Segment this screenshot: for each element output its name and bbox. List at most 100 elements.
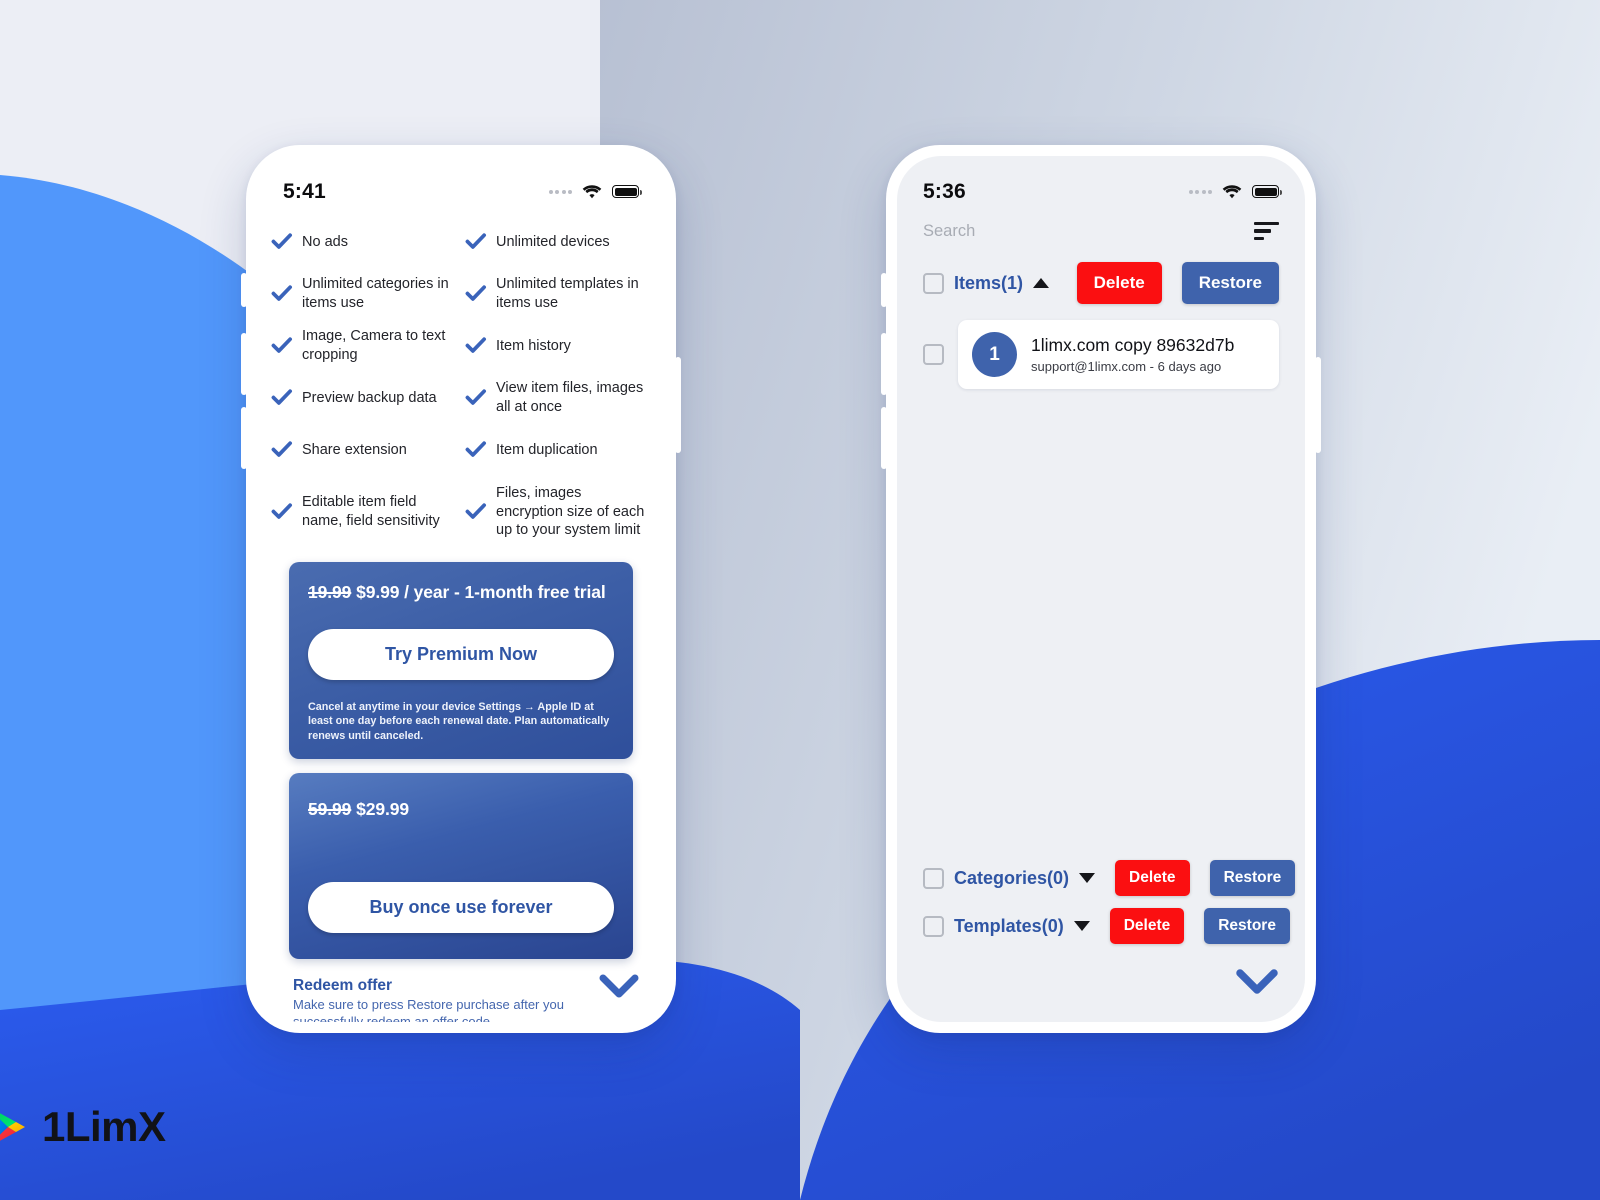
subscription-new-price: $9.99 / year - 1-month free trial — [356, 582, 606, 602]
feature-column-right: Unlimited devices Unlimited templates in… — [465, 216, 651, 548]
lifetime-new-price: $29.99 — [356, 798, 409, 819]
feature-label: Unlimited templates in items use — [496, 276, 639, 311]
item-card-body[interactable]: 1 1limx.com copy 89632d7b support@1limx.… — [958, 320, 1279, 389]
battery-icon — [1252, 185, 1283, 198]
volume-up-button[interactable] — [241, 333, 247, 395]
items-delete-button[interactable]: Delete — [1076, 262, 1162, 304]
sort-icon[interactable] — [1254, 221, 1279, 241]
item-checkbox[interactable] — [923, 344, 944, 365]
lifetime-card: 59.99 $29.99 Buy once use forever — [289, 772, 633, 959]
feature-label: Image, Camera to text cropping — [302, 328, 446, 363]
silent-switch[interactable] — [881, 273, 887, 307]
item-subtitle: support@1limx.com - 6 days ago — [1031, 359, 1222, 374]
redeem-subtitle: Make sure to press Restore purchase afte… — [293, 996, 564, 1022]
chevron-down-icon[interactable] — [1235, 966, 1279, 996]
subscription-old-price: 19.99 — [308, 582, 352, 602]
lifetime-old-price: 59.99 — [308, 798, 352, 819]
feature-item: Unlimited categories in items use — [271, 268, 457, 320]
chevron-down-icon[interactable] — [599, 972, 639, 1000]
feature-label: Preview backup data — [302, 389, 437, 406]
items-group-label: Items(1) — [954, 272, 1024, 293]
wifi-icon — [582, 184, 602, 198]
volume-down-button[interactable] — [881, 407, 887, 469]
power-button[interactable] — [675, 357, 681, 453]
feature-list: No ads Unlimited categories in items use… — [257, 206, 665, 548]
feature-label: Item duplication — [496, 441, 598, 458]
items-restore-button[interactable]: Restore — [1181, 262, 1279, 304]
check-icon — [271, 233, 292, 249]
check-icon — [271, 285, 292, 301]
try-premium-button[interactable]: Try Premium Now — [308, 629, 614, 680]
check-icon — [465, 503, 486, 519]
list-item[interactable]: 1 1limx.com copy 89632d7b support@1limx.… — [923, 320, 1279, 389]
bottom-groups: Categories(0) Delete Restore Templates(0… — [897, 860, 1305, 950]
redeem-title[interactable]: Redeem offer — [293, 977, 633, 995]
caret-down-icon[interactable] — [1079, 873, 1096, 883]
signal-dots-icon — [548, 189, 572, 194]
phone-left: 5:41 No ads Unlimited categories in item… — [241, 145, 681, 1033]
feature-item: View item files, images all at once — [465, 372, 651, 424]
feature-label: Editable item field name, field sensitiv… — [302, 494, 440, 529]
check-icon — [465, 285, 486, 301]
feature-label: View item files, images all at once — [496, 380, 644, 415]
caret-down-icon[interactable] — [1073, 921, 1090, 931]
feature-item: Unlimited templates in items use — [465, 268, 651, 320]
brand-name: 1LimX — [42, 1103, 166, 1150]
templates-restore-button[interactable]: Restore — [1204, 908, 1290, 944]
signal-dots-icon — [1188, 189, 1212, 194]
avatar: 1 — [972, 332, 1017, 377]
feature-item: Item duplication — [465, 424, 651, 476]
templates-group-label: Templates(0) — [954, 915, 1064, 936]
group-row-templates: Templates(0) Delete Restore — [897, 908, 1305, 944]
search-input[interactable]: Search — [923, 222, 975, 241]
feature-column-left: No ads Unlimited categories in items use… — [271, 216, 457, 548]
buy-once-button[interactable]: Buy once use forever — [308, 881, 614, 933]
silent-switch[interactable] — [241, 273, 247, 307]
volume-down-button[interactable] — [241, 407, 247, 469]
feature-item: Preview backup data — [271, 372, 457, 424]
templates-select-all-checkbox[interactable] — [923, 915, 944, 937]
power-button[interactable] — [1315, 357, 1321, 453]
feature-item: Unlimited devices — [465, 216, 651, 268]
feature-item: No ads — [271, 216, 457, 268]
left-phone-screen: 5:41 No ads Unlimited categories in item… — [257, 156, 665, 1022]
background — [0, 0, 1600, 1200]
templates-delete-button[interactable]: Delete — [1109, 908, 1185, 944]
search-row: Search — [897, 206, 1305, 248]
feature-item: Share extension — [271, 424, 457, 476]
feature-label: Share extension — [302, 441, 407, 458]
check-icon — [271, 441, 292, 457]
battery-icon — [612, 185, 643, 198]
feature-label: Files, images encryption size of each up… — [496, 485, 645, 539]
subscription-price: 19.99 $9.99 / year - 1-month free trial — [308, 582, 614, 603]
categories-select-all-checkbox[interactable] — [923, 867, 944, 889]
phone-right: 5:36 Search Items(1) Delete Restore 1 1l… — [881, 145, 1321, 1033]
volume-up-button[interactable] — [881, 333, 887, 395]
check-icon — [465, 389, 486, 405]
feature-label: Unlimited categories in items use — [302, 276, 449, 311]
feature-item: Editable item field name, field sensitiv… — [271, 476, 457, 548]
status-indicators — [548, 184, 643, 200]
status-bar-right: 5:36 — [897, 156, 1305, 206]
item-title: 1limx.com copy 89632d7b — [1031, 335, 1235, 355]
status-time: 5:36 — [923, 179, 966, 203]
status-time: 5:41 — [283, 179, 326, 203]
feature-label: Item history — [496, 337, 571, 354]
group-row-categories: Categories(0) Delete Restore — [897, 860, 1305, 896]
subscription-card: 19.99 $9.99 / year - 1-month free trial … — [289, 562, 633, 759]
feature-item: Files, images encryption size of each up… — [465, 476, 651, 548]
item-text: 1limx.com copy 89632d7b support@1limx.co… — [1031, 335, 1234, 374]
items-select-all-checkbox[interactable] — [923, 272, 944, 294]
categories-restore-button[interactable]: Restore — [1209, 860, 1296, 896]
check-icon — [271, 389, 292, 405]
categories-delete-button[interactable]: Delete — [1115, 860, 1190, 896]
feature-item: Image, Camera to text cropping — [271, 320, 457, 372]
feature-item: Item history — [465, 320, 651, 372]
group-row-items: Items(1) Delete Restore — [897, 262, 1305, 304]
check-icon — [465, 233, 486, 249]
subscription-fineprint: Cancel at anytime in your device Setting… — [308, 701, 610, 742]
caret-up-icon[interactable] — [1033, 278, 1050, 288]
categories-group-label: Categories(0) — [954, 867, 1070, 888]
check-icon — [465, 441, 486, 457]
